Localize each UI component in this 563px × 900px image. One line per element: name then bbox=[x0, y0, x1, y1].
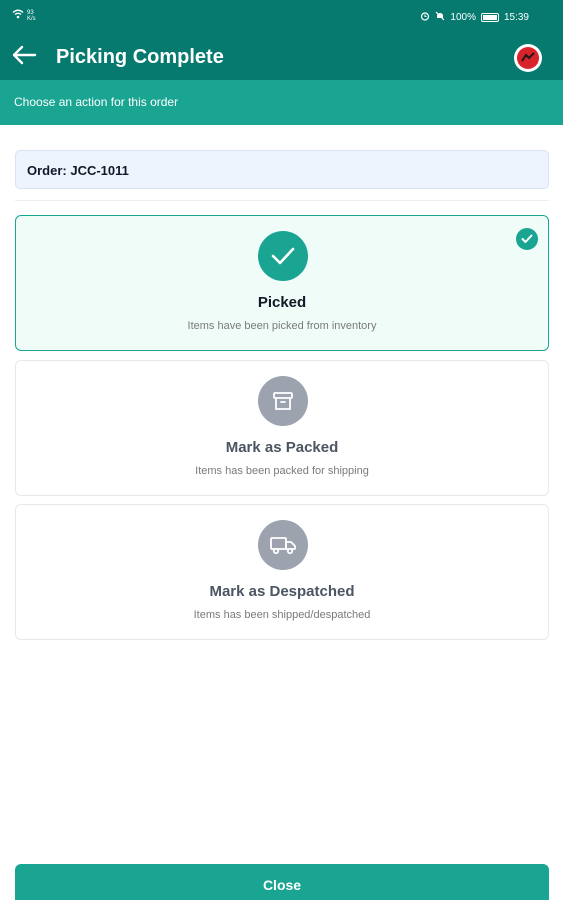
action-card-picked[interactable]: Picked Items have been picked from inven… bbox=[15, 215, 549, 351]
action-description: Items has been shipped/despatched bbox=[193, 609, 371, 621]
action-title: Mark as Despatched bbox=[209, 583, 355, 600]
action-title: Picked bbox=[257, 294, 307, 311]
status-right: 100% 15:39 bbox=[420, 11, 529, 24]
action-title: Mark as Packed bbox=[225, 439, 339, 456]
arrow-left-icon bbox=[11, 45, 37, 70]
battery-icon bbox=[480, 13, 499, 22]
app-bar: Picking Complete bbox=[0, 34, 563, 80]
action-card-despatched[interactable]: Mark as Despatched Items has been shippe… bbox=[15, 504, 549, 640]
status-left: 93 K/s bbox=[12, 9, 36, 22]
check-icon bbox=[258, 231, 308, 281]
selected-check-icon bbox=[516, 228, 538, 250]
divider bbox=[15, 200, 549, 201]
network-speed: 93 K/s bbox=[27, 10, 36, 22]
mute-icon bbox=[435, 11, 445, 24]
back-button[interactable] bbox=[10, 43, 38, 71]
box-icon bbox=[258, 376, 308, 426]
battery-percent: 100% bbox=[450, 12, 476, 23]
order-label: Order: JCC-1011 bbox=[15, 150, 549, 189]
truck-icon bbox=[258, 520, 308, 570]
close-button[interactable]: Close bbox=[15, 864, 549, 900]
action-card-packed[interactable]: Mark as Packed Items has been packed for… bbox=[15, 360, 549, 496]
avatar[interactable] bbox=[514, 44, 542, 72]
action-description: Items have been picked from inventory bbox=[187, 320, 377, 332]
page-title: Picking Complete bbox=[56, 46, 224, 68]
action-description: Items has been packed for shipping bbox=[195, 465, 369, 477]
alarm-icon bbox=[420, 11, 430, 24]
subheader: Choose an action for this order bbox=[0, 80, 563, 125]
network-speed-unit: K/s bbox=[27, 15, 36, 22]
status-bar: 93 K/s 100% 15:39 bbox=[0, 0, 563, 34]
wifi-icon bbox=[12, 9, 24, 22]
status-time: 15:39 bbox=[503, 12, 529, 23]
brand-logo-icon bbox=[517, 47, 539, 69]
